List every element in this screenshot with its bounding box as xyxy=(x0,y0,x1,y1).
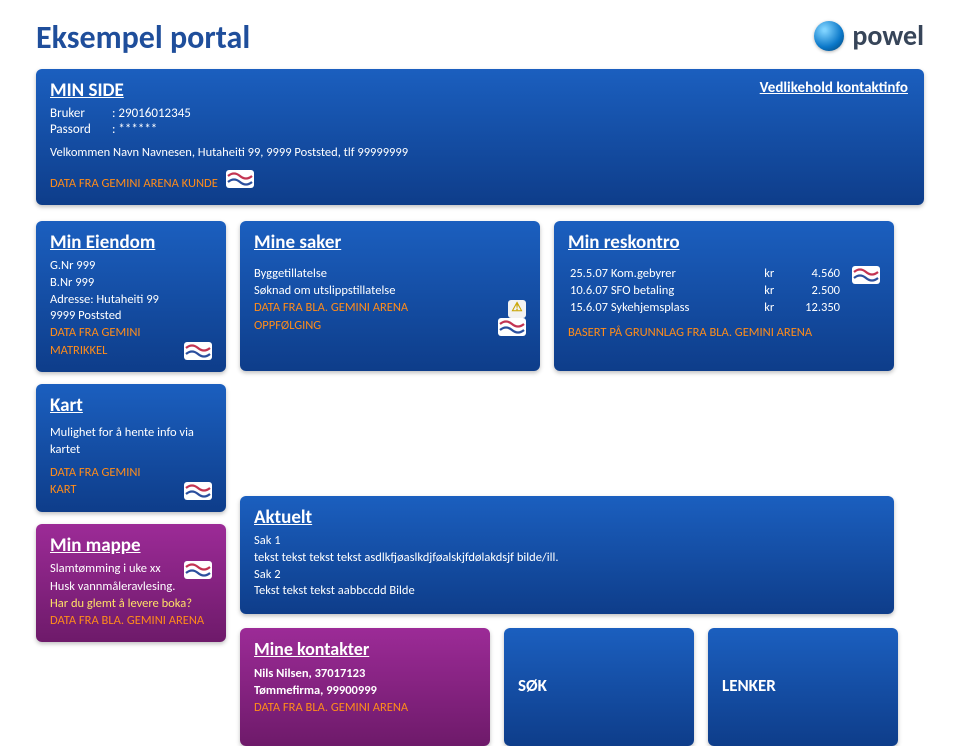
kart-src1: DATA FRA GEMINI xyxy=(50,465,212,482)
reskontro-title[interactable]: Min reskontro xyxy=(568,231,880,254)
aktuelt-s2-right: Bilde xyxy=(389,583,414,598)
eiendom-gnr: G.Nr 999 xyxy=(50,258,212,275)
kart-title[interactable]: Kart xyxy=(50,394,212,417)
panel-aktuelt: Aktuelt Sak 1 tekst tekst tekst tekst as… xyxy=(240,496,894,614)
aktuelt-sak1: Sak 1 xyxy=(254,533,880,550)
panel-kart: Kart Mulighet for å hente info via karte… xyxy=(36,384,226,512)
sok-label: SØK xyxy=(518,675,547,696)
passord-value: : ****** xyxy=(112,122,157,137)
saker-l2: Søknad om utslippstillatelse xyxy=(254,283,526,300)
aktuelt-s2-text: Tekst tekst tekst aabbccdd xyxy=(254,583,387,598)
eiendom-src1: DATA FRA GEMINI xyxy=(50,325,212,342)
aktuelt-title[interactable]: Aktuelt xyxy=(254,506,880,529)
wave-icon xyxy=(498,318,526,336)
brand-logo: powel xyxy=(814,18,924,53)
lenker-label: LENKER xyxy=(722,675,776,696)
eiendom-poststed: 9999 Poststed xyxy=(50,308,212,325)
table-row: 10.6.07 SFO betalingkr2.500 xyxy=(570,283,840,298)
wave-icon xyxy=(184,342,212,360)
saker-src: DATA FRA BLA. GEMINI ARENA xyxy=(254,300,408,317)
panel-minside: Vedlikehold kontaktinfo MIN SIDE Bruker:… xyxy=(36,69,924,205)
panel-reskontro: Min reskontro 25.5.07 Kom.gebyrerkr4.560… xyxy=(554,221,894,371)
brand-text: powel xyxy=(852,18,924,53)
kart-desc: Mulighet for å hente info via kartet xyxy=(50,425,212,459)
page-title: Eksempel portal xyxy=(36,18,250,57)
reskontro-table: 25.5.07 Kom.gebyrerkr4.560 10.6.07 SFO b… xyxy=(568,264,842,317)
bruker-label: Bruker xyxy=(50,106,106,121)
saker-l1: Byggetillatelse xyxy=(254,266,526,283)
wave-icon xyxy=(852,266,880,284)
reskontro-src: BASERT PÅ GRUNNLAG FRA BLA. GEMINI ARENA xyxy=(568,325,880,342)
kontakt-2: Tømmefirma, 99900999 xyxy=(254,683,476,700)
aktuelt-s1-text: tekst tekst tekst tekst asdlkfjøaslkdjfø… xyxy=(254,550,514,565)
saker-opp: OPPFØLGING xyxy=(254,318,321,335)
passord-label: Passord xyxy=(50,122,106,137)
bruker-value: : 29016012345 xyxy=(112,106,191,121)
table-row: 15.6.07 Sykehjemsplasskr12.350 xyxy=(570,300,840,315)
kontakter-title[interactable]: Mine kontakter xyxy=(254,638,476,660)
velkommen-text: Velkommen Navn Navnesen, Hutaheiti 99, 9… xyxy=(50,145,910,162)
table-row: 25.5.07 Kom.gebyrerkr4.560 xyxy=(570,266,840,281)
minside-source: DATA FRA GEMINI ARENA KUNDE xyxy=(50,176,218,191)
wave-icon xyxy=(226,170,254,188)
kontakt-1: Nils Nilsen, 37017123 xyxy=(254,666,476,683)
aktuelt-s1-right: bilde/ill. xyxy=(517,550,559,565)
saker-title[interactable]: Mine saker xyxy=(254,231,526,254)
eiendom-bnr: B.Nr 999 xyxy=(50,275,212,292)
panel-lenker[interactable]: LENKER xyxy=(708,628,898,746)
panel-kontakter: Mine kontakter Nils Nilsen, 37017123 Tøm… xyxy=(240,628,490,746)
alert-icon: ⚠ xyxy=(508,300,526,318)
sphere-icon xyxy=(814,21,844,51)
panel-sok[interactable]: SØK xyxy=(504,628,694,746)
panel-eiendom: Min Eiendom G.Nr 999 B.Nr 999 Adresse: H… xyxy=(36,221,226,372)
vedlikehold-link[interactable]: Vedlikehold kontaktinfo xyxy=(760,79,908,97)
eiendom-adresse: Adresse: Hutaheiti 99 xyxy=(50,292,212,309)
panel-saker: Mine saker Byggetillatelse Søknad om uts… xyxy=(240,221,540,371)
aktuelt-sak2: Sak 2 xyxy=(254,567,880,584)
eiendom-title[interactable]: Min Eiendom xyxy=(50,231,212,254)
eiendom-src2: MATRIKKEL xyxy=(50,343,107,360)
